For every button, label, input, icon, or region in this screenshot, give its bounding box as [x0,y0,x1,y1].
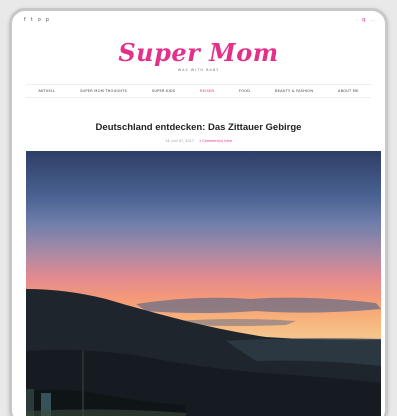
post-comments-link[interactable]: 1 Comment(s) here [199,139,232,143]
nav-item-about-me[interactable]: ABOUT ME [338,89,359,93]
pinterest-icon[interactable]: p [46,17,49,23]
device-frame: f t o p q ... Super Mom WAS WITH BABY AK… [9,8,388,416]
main-nav: AKTUELL SUPER MOM THOUGHTS SUPER KIDS RE… [26,84,371,98]
top-bar: f t o p q ... [12,11,385,33]
post-header: Deutschland entdecken: Das Zittauer Gebi… [12,122,385,143]
post-meta: 14. juni 07, 2017 1 Comment(s) here [12,139,385,143]
search-icon[interactable]: q [362,17,365,23]
more-icon[interactable]: ... [370,17,375,23]
site-logo[interactable]: Super Mom [12,39,385,67]
facebook-icon[interactable]: f [24,17,26,23]
nav-item-aktuell[interactable]: AKTUELL [38,89,55,93]
nav-item-beauty-fashion[interactable]: BEAUTY & FASHION [275,89,313,93]
nav-item-food[interactable]: FOOD [239,89,250,93]
nav-item-reisen[interactable]: REISEN [200,89,214,93]
site-tagline: WAS WITH BABY [177,68,220,72]
twitter-icon[interactable]: t [31,17,33,23]
post-title[interactable]: Deutschland entdecken: Das Zittauer Gebi… [12,122,385,133]
nav-item-super-mom-thoughts[interactable]: SUPER MOM THOUGHTS [80,89,127,93]
top-actions: q ... [362,17,375,23]
sunset-landscape-illustration [26,289,381,416]
post-date: 14. juni 07, 2017 [165,139,194,143]
site-header: Super Mom WAS WITH BABY [12,39,385,73]
social-links: f t o p [24,17,49,23]
hero-image [26,151,381,416]
instagram-icon[interactable]: o [38,17,41,23]
nav-item-super-kids[interactable]: SUPER KIDS [152,89,175,93]
